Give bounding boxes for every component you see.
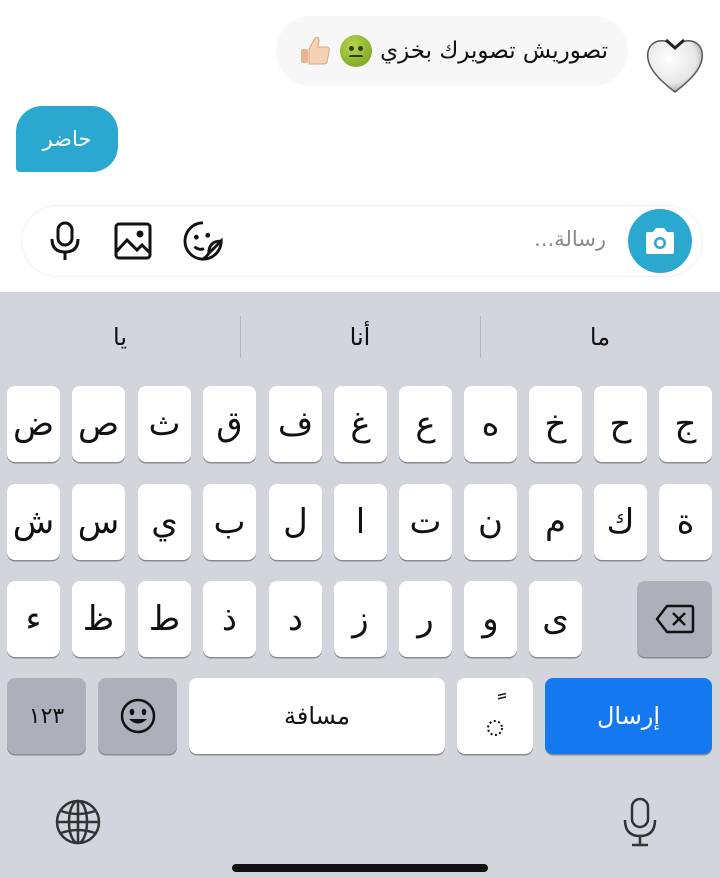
thumbs-up-emoji-icon — [298, 34, 332, 68]
key[interactable]: ش — [7, 484, 60, 560]
suggestion-item[interactable]: ما — [480, 292, 720, 382]
microphone-icon[interactable] — [44, 220, 86, 262]
key[interactable]: ء — [7, 581, 60, 657]
key[interactable]: ر — [399, 581, 452, 657]
key[interactable]: ح — [594, 386, 647, 462]
key[interactable]: ط — [138, 581, 191, 657]
key[interactable]: و — [464, 581, 517, 657]
backspace-key[interactable] — [637, 581, 712, 657]
key[interactable]: س — [72, 484, 125, 560]
home-indicator — [232, 864, 488, 872]
globe-icon[interactable] — [50, 794, 106, 850]
dictation-microphone-icon[interactable] — [612, 794, 668, 850]
chat-area: تصوريش تصويرك بخزي حاضر رسالة... — [0, 0, 720, 292]
key[interactable]: ظ — [72, 581, 125, 657]
key[interactable]: ذ — [203, 581, 256, 657]
numbers-key[interactable]: ١٢٣ — [7, 678, 86, 754]
key[interactable]: ي — [138, 484, 191, 560]
key[interactable]: ق — [203, 386, 256, 462]
emoji-key[interactable] — [98, 678, 177, 754]
nauseated-face-emoji-icon — [340, 35, 373, 67]
backspace-icon — [655, 604, 694, 634]
key[interactable]: ن — [464, 484, 517, 560]
message-input[interactable]: رسالة... — [534, 227, 606, 251]
space-key[interactable]: مسافة — [189, 678, 445, 754]
incoming-message-bubble[interactable]: تصوريش تصويرك بخزي — [276, 16, 628, 86]
incoming-message-text: تصوريش تصويرك بخزي — [380, 38, 608, 64]
sticker-icon[interactable] — [182, 220, 224, 262]
tanween-key[interactable]: ً — [457, 678, 533, 754]
dotted-circle-icon — [487, 720, 503, 736]
key[interactable]: د — [269, 581, 322, 657]
key[interactable]: ك — [594, 484, 647, 560]
key[interactable]: ج — [659, 386, 712, 462]
contact-avatar-heart-icon[interactable] — [644, 34, 706, 96]
key[interactable]: ص — [72, 386, 125, 462]
key[interactable]: ع — [399, 386, 452, 462]
camera-icon — [646, 228, 674, 254]
key[interactable]: م — [529, 484, 582, 560]
key[interactable]: ا — [334, 484, 387, 560]
suggestion-bar: يا أنا ما — [0, 292, 720, 382]
key[interactable]: خ — [529, 386, 582, 462]
key[interactable]: ز — [334, 581, 387, 657]
keyboard: يا أنا ما ض ص ث ق ف غ ع ه خ ح ج ش س ي ب … — [0, 292, 720, 878]
key[interactable]: ى — [529, 581, 582, 657]
key[interactable]: ب — [203, 484, 256, 560]
key[interactable]: ل — [269, 484, 322, 560]
key[interactable]: ث — [138, 386, 191, 462]
key[interactable]: ت — [399, 484, 452, 560]
key[interactable]: ه — [464, 386, 517, 462]
suggestion-item[interactable]: أنا — [240, 292, 480, 382]
key[interactable]: ض — [7, 386, 60, 462]
image-icon[interactable] — [112, 220, 154, 262]
key[interactable]: ة — [659, 484, 712, 560]
send-key[interactable]: إرسال — [545, 678, 712, 754]
key[interactable]: ف — [269, 386, 322, 462]
camera-button[interactable] — [628, 209, 692, 273]
message-composer: رسالة... — [22, 206, 702, 276]
suggestion-item[interactable]: يا — [0, 292, 240, 382]
outgoing-message-text: حاضر — [42, 127, 92, 151]
emoji-icon — [120, 698, 155, 734]
outgoing-message-bubble[interactable]: حاضر — [16, 106, 118, 172]
key[interactable]: غ — [334, 386, 387, 462]
